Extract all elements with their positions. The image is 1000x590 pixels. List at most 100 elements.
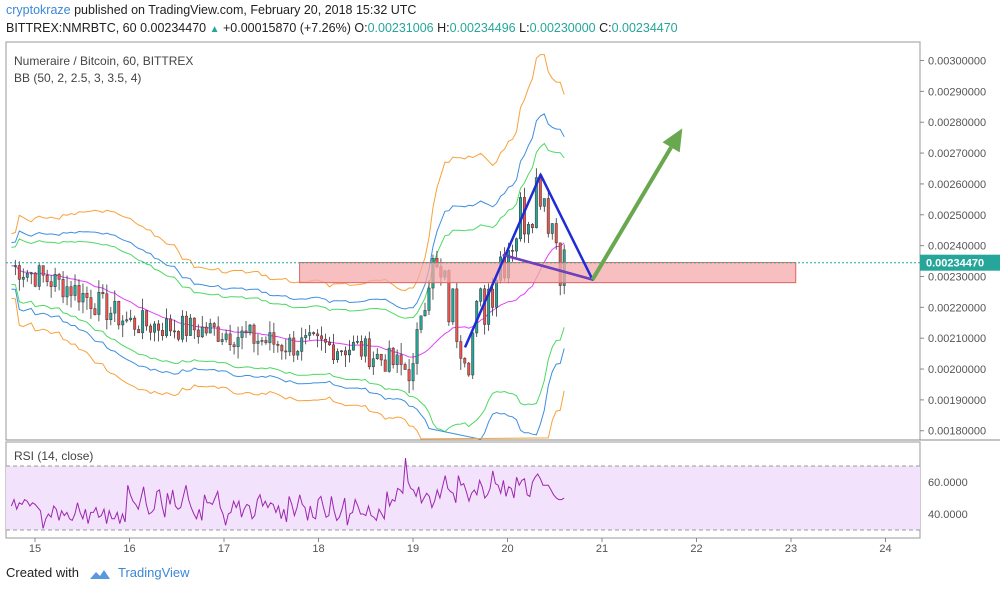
candle-body [355,341,359,343]
price-tick-label-11: 0.00190000 [928,395,986,407]
candle-body [383,359,387,372]
candle-body [340,350,343,353]
lower-band-green [11,284,565,433]
candle-body [37,265,41,287]
tradingview-link[interactable]: TradingView [118,565,190,580]
rsi-tick-label-0: 60.0000 [928,477,968,489]
candle-body [554,223,558,244]
projection-arrow-shaft [590,146,673,281]
candle-body [192,317,196,331]
candle-body [296,351,300,356]
candle-body [491,288,495,308]
candle-body [542,198,546,207]
candle-body [248,324,252,333]
candle-body [93,308,97,315]
candle-body [97,291,101,315]
candle-body [371,358,375,368]
candle-body [455,288,459,342]
candle-body [550,223,554,234]
candle-body [419,315,423,330]
candle-body [375,353,379,359]
candle-body [260,340,264,342]
candle-body [133,317,137,330]
bb-indicator-label: BB (50, 2, 2.5, 3, 3.5, 4) [14,71,141,85]
candle-body [121,320,125,326]
price-tick-label-2: 0.00280000 [928,117,986,129]
candle-body [256,340,260,344]
candle-body [165,318,168,336]
price-tick-label-10: 0.00200000 [928,364,986,376]
candle-body [511,250,514,252]
candle-body [463,358,467,364]
current-price-label: 0.00234470 [926,258,984,270]
upper-band-outer [11,54,565,292]
candle-body [411,363,415,382]
candle-body [268,332,272,344]
price-tick-label-8: 0.00220000 [928,302,986,314]
candle-body [125,319,129,322]
candle-body [399,354,403,365]
candle-body [471,332,475,376]
candle-body [467,362,471,376]
candle-body [328,342,331,346]
candle-body [347,349,351,356]
candle-body [300,337,304,352]
price-tick-label-6: 0.00240000 [928,241,986,253]
time-tick-label-9: 24 [879,543,891,555]
candle-body [113,301,117,314]
price-tick-label-4: 0.00260000 [928,179,986,191]
candle-body [479,288,483,302]
candle-body [117,301,121,326]
candle-body [49,281,53,287]
candle-body [21,277,25,280]
time-tick-label-4: 19 [407,543,419,555]
rsi-tick-label-1: 40.0000 [928,509,968,521]
candle-body [85,292,89,298]
chart-title: Numeraire / Bitcoin, 60, BITTREX [14,54,193,68]
candle-body [526,224,530,235]
candle-body [272,332,276,345]
candle-body [228,333,232,345]
time-tick-label-8: 23 [785,543,797,555]
candle-body [105,293,109,320]
candle-body [184,315,188,336]
candle-body [423,310,427,317]
chart-canvas[interactable]: 0.00300000 0.00290000 0.00280000 0.00270000… [0,0,1000,590]
candle-body [403,364,407,370]
candle-body [172,330,176,333]
price-tick-label-1: 0.00290000 [928,86,986,98]
candle-body [129,317,133,320]
candle-body [57,274,61,280]
candle-body [332,344,335,360]
candle-body [395,354,399,365]
candle-body [109,312,113,320]
candle-body [149,325,153,333]
time-tick-label-5: 20 [501,543,513,555]
candle-body [344,350,347,356]
candle-body [240,330,244,338]
candle-body [232,344,236,348]
candle-body [451,288,455,323]
candle-body [276,343,280,346]
candle-body [538,177,542,207]
time-tick-label-6: 21 [596,543,608,555]
candle-body [53,274,57,287]
candle-body [89,297,93,309]
candle-body [141,310,145,334]
price-pane-frame [5,41,921,441]
candle-body [280,345,284,352]
candle-body [224,333,228,340]
candle-body [459,341,463,359]
candle-body [101,291,105,295]
candle-body [157,323,160,331]
candle-body [45,274,49,282]
candle-body [427,287,431,311]
time-tick-label-2: 17 [218,543,230,555]
candle-body [320,335,324,340]
price-tick-label-0: 0.00300000 [928,56,986,68]
time-tick-label-0: 15 [29,543,41,555]
time-tick-label-7: 22 [690,543,702,555]
candle-body [73,285,77,296]
candle-body [288,337,292,353]
candle-body [351,341,355,351]
